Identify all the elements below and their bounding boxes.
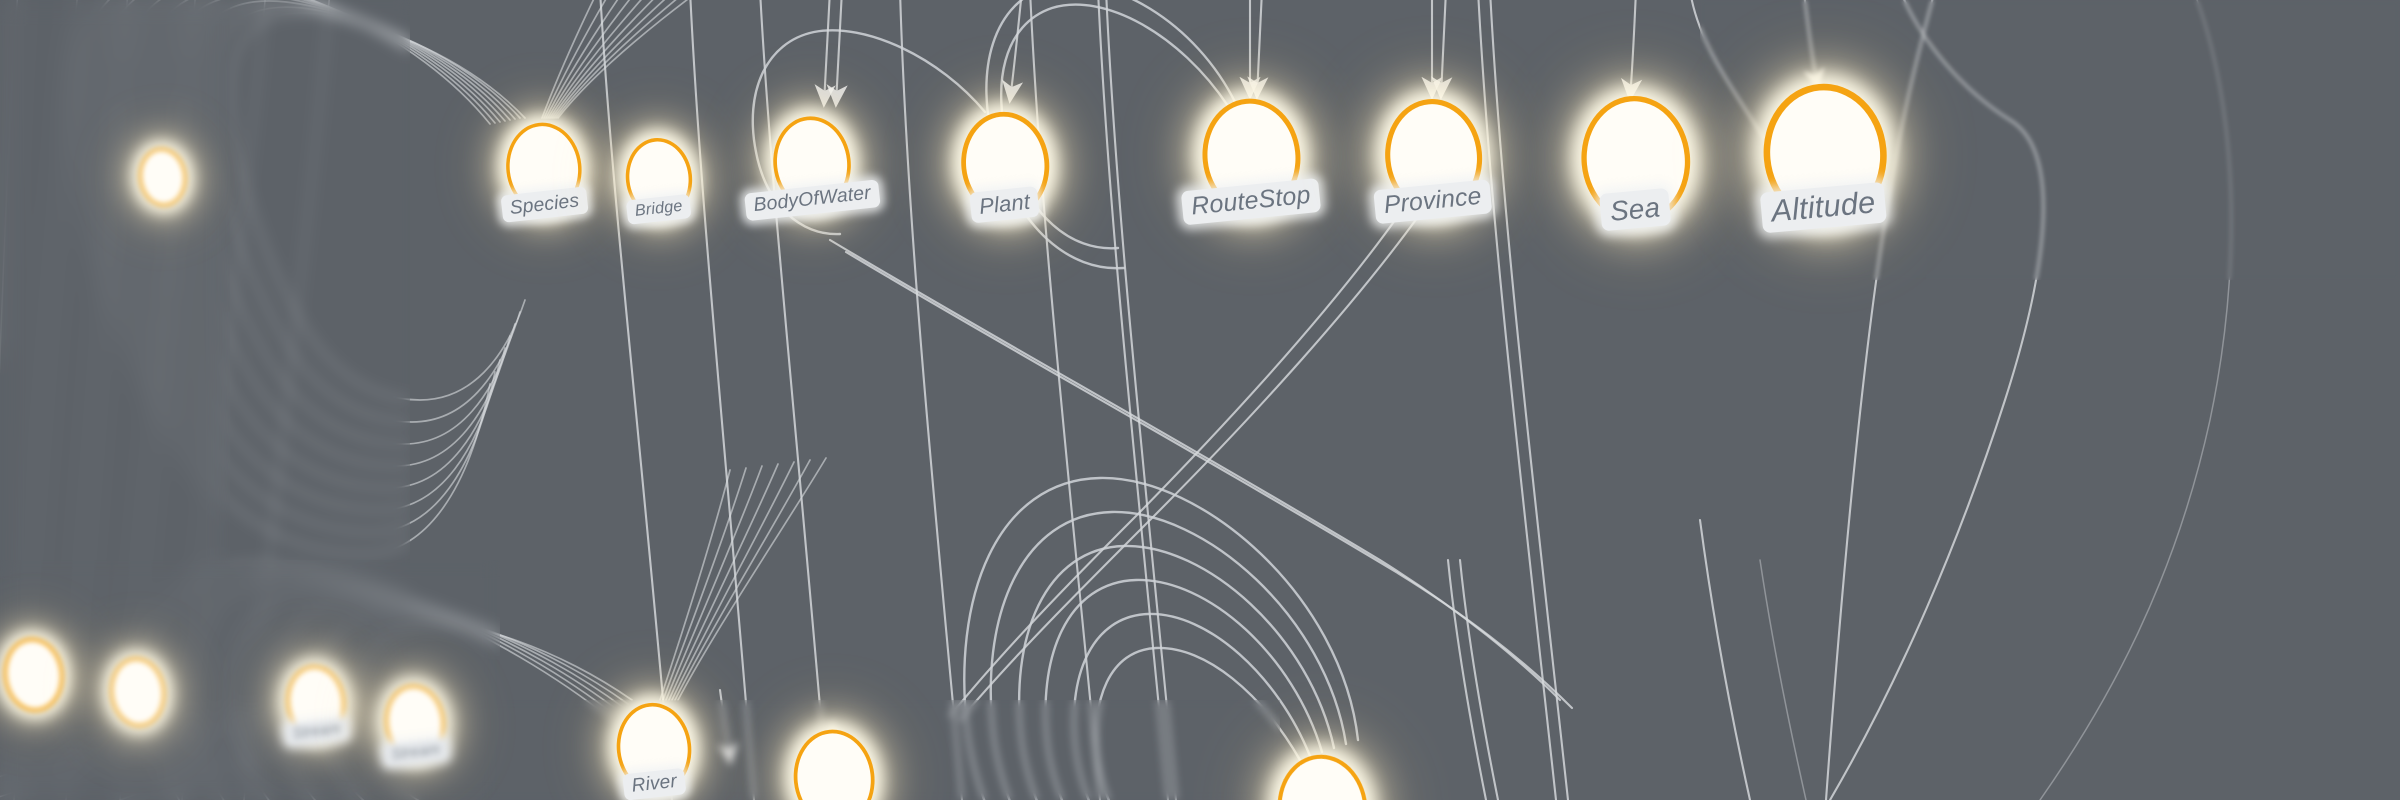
graph-canvas[interactable]: Species Bridge BodyOfWater Plant RouteStop Pr… — [0, 0, 2400, 800]
edge-bundle-bottom-center — [717, 518, 1807, 800]
graph-node[interactable]: Altitude — [1757, 78, 1893, 234]
graph-node[interactable]: Plant — [956, 107, 1055, 224]
node-label: Sea — [1598, 187, 1672, 232]
graph-node[interactable]: Stream — [282, 662, 350, 747]
graph-node[interactable]: River — [612, 698, 697, 800]
edge-arrows-top-row — [814, 0, 1825, 108]
edge-fan-species — [541, 0, 689, 119]
edge-bundle-bottom-left — [0, 699, 421, 800]
graph-node[interactable]: Sea — [1575, 91, 1696, 232]
self-loop-river — [145, 457, 827, 800]
graph-node[interactable]: Bridge — [621, 134, 697, 225]
node-label: River — [622, 767, 687, 800]
graph-node[interactable]: Species — [500, 118, 589, 223]
graph-node[interactable]: Province — [1373, 94, 1493, 224]
edge-far-right — [1828, 0, 2233, 800]
graph-node[interactable] — [106, 654, 169, 730]
graph-node[interactable] — [0, 634, 68, 716]
graph-node[interactable]: Stream — [381, 681, 449, 767]
graph-node[interactable]: RouteStop — [1180, 94, 1322, 226]
graph-node[interactable] — [1272, 750, 1373, 800]
graph-node[interactable] — [788, 725, 880, 800]
graph-node[interactable] — [135, 145, 190, 209]
edge-crossing-diagonals — [828, 194, 1574, 722]
graph-node[interactable]: BodyOfWater — [744, 112, 881, 222]
